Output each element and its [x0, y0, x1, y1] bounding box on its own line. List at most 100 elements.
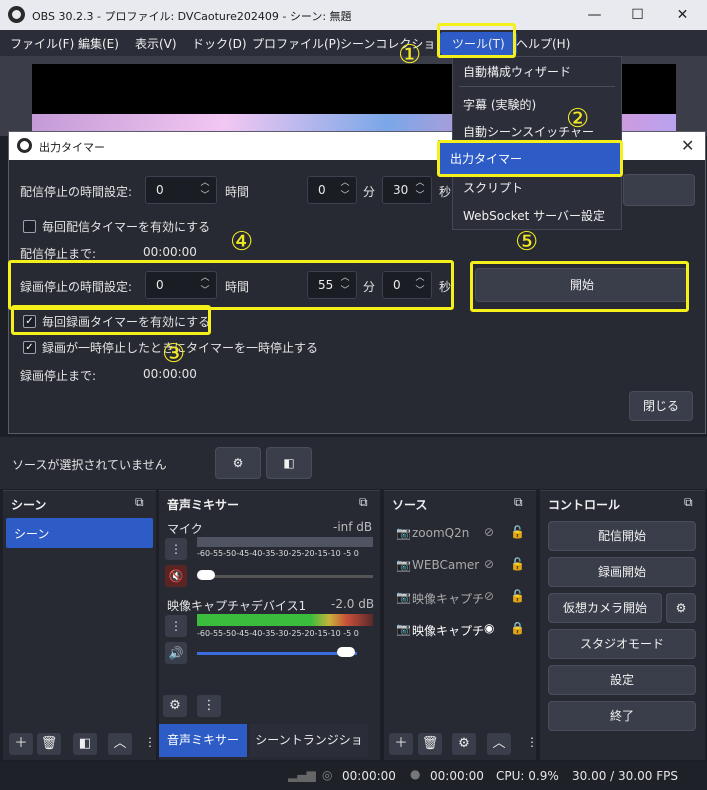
menu-websocket-settings[interactable]: WebSocket サーバー設定: [463, 207, 605, 224]
virtual-camera-gear-icon[interactable]: ⚙: [666, 593, 696, 623]
lock-icon[interactable]: 🔒: [510, 621, 525, 635]
tab-scene-transition[interactable]: シーントランジション: [250, 724, 368, 780]
down-arrow-icon[interactable]: ﹀: [334, 190, 356, 203]
highlight-record-time: [8, 260, 454, 310]
menu-scripts[interactable]: スクリプト: [463, 179, 523, 196]
settings-button[interactable]: 設定: [548, 665, 696, 695]
scene-item-label: シーン: [14, 527, 50, 541]
dock-undock-icon[interactable]: ⧉: [359, 495, 368, 510]
dock-undock-icon[interactable]: ⧉: [135, 495, 144, 510]
mic-meter: [197, 537, 373, 547]
eye-hidden-icon[interactable]: ⊘: [484, 525, 494, 539]
move-up-icon[interactable]: ︿: [108, 733, 132, 755]
stream-minutes-spinbox[interactable]: 0 ︿ ﹀: [307, 176, 357, 204]
more-options-icon[interactable]: ⋮: [144, 735, 156, 749]
scenes-dock: シーン ⧉ シーン ＋ 🗑 ◧ ︿ ⋮: [3, 490, 156, 760]
capture-scale: -60-55-50-45-40-35-30-25-20-15-10 -5 0: [197, 629, 359, 638]
fps-readout: 30.00 / 30.00 FPS: [572, 769, 678, 783]
mic-menu-icon[interactable]: ⋮: [165, 538, 187, 560]
capture-volume-slider[interactable]: [197, 652, 357, 655]
close-icon[interactable]: ✕: [660, 0, 705, 30]
dock-undock-icon[interactable]: ⧉: [684, 495, 693, 510]
start-streaming-button[interactable]: 配信開始: [548, 521, 696, 551]
mic-scale: -60-55-50-45-40-35-30-25-20-15-10 -5 0: [197, 549, 359, 558]
mixer-more-icon[interactable]: ⋮: [197, 695, 221, 717]
dock-undock-icon[interactable]: ⧉: [514, 495, 523, 510]
menu-help[interactable]: ヘルプ(H): [516, 35, 570, 52]
studio-mode-button[interactable]: スタジオモード: [548, 629, 696, 659]
source-properties-gear-icon[interactable]: ⚙: [215, 447, 261, 479]
mixer-capture-level: -2.0 dB: [331, 597, 375, 611]
source-item[interactable]: 📷 WEBCamer ⊘ 🔓: [384, 551, 536, 579]
mic-volume-slider[interactable]: [197, 575, 373, 578]
dialog-title: 出力タイマー: [39, 141, 105, 154]
stream-remaining-value: 00:00:00: [143, 245, 197, 259]
source-item[interactable]: 📷 映像キャプチ ◉ 🔒: [384, 615, 536, 643]
scene-list-item[interactable]: シーン: [6, 518, 153, 548]
minimize-icon[interactable]: —: [572, 0, 617, 30]
stream-timer-checkbox[interactable]: [23, 220, 36, 233]
add-source-icon[interactable]: ＋: [389, 733, 413, 755]
mixer-settings-gear-icon[interactable]: ⚙: [163, 695, 187, 717]
highlight-tools-menu: [437, 23, 516, 58]
dialog-close-icon[interactable]: ✕: [681, 136, 694, 155]
eye-icon[interactable]: ◉: [484, 621, 494, 635]
eye-hidden-icon[interactable]: ⊘: [484, 557, 494, 571]
capture-slider-handle[interactable]: [337, 647, 355, 657]
mixer-header: 音声ミキサー: [167, 498, 240, 512]
menu-auto-config-wizard[interactable]: 自動構成ウィザード: [463, 63, 571, 80]
lock-icon[interactable]: 🔓: [510, 557, 525, 571]
down-arrow-icon[interactable]: ﹀: [194, 190, 216, 203]
source-item[interactable]: 📷 zoomQ2n ⊘ 🔓: [384, 519, 536, 547]
capture-volume-icon[interactable]: 🔊: [165, 642, 187, 664]
stream-status-icon: ◎: [322, 768, 333, 782]
record-remaining-value: 00:00:00: [143, 367, 197, 381]
add-scene-icon[interactable]: ＋: [9, 733, 33, 755]
stream-timer-checkbox-label: 毎回配信タイマーを有効にする: [42, 220, 211, 234]
obs-logo-icon: [17, 138, 32, 153]
menu-edit[interactable]: 編集(E): [78, 35, 119, 52]
stream-hours-spinbox[interactable]: 0 ︿ ﹀: [145, 176, 217, 204]
move-up-icon[interactable]: ︿: [487, 733, 511, 755]
menu-file[interactable]: ファイル(F): [10, 35, 74, 52]
menu-view[interactable]: 表示(V): [135, 35, 177, 52]
pause-timer-checkbox[interactable]: ✓: [23, 341, 36, 354]
tab-audio-mixer[interactable]: 音声ミキサー: [159, 724, 247, 757]
mic-slider-handle[interactable]: [197, 570, 215, 580]
capture-menu-icon[interactable]: ⋮: [165, 615, 187, 637]
source-item[interactable]: 📷 映像キャプチ ⊘ 🔓: [384, 583, 536, 611]
up-arrow-icon[interactable]: ︿: [409, 177, 431, 190]
source-name: 映像キャプチ: [412, 624, 485, 638]
source-name: 映像キャプチ: [412, 592, 485, 606]
up-arrow-icon[interactable]: ︿: [194, 177, 216, 190]
exit-button[interactable]: 終了: [548, 701, 696, 731]
mixer-track-mic: マイク: [167, 522, 203, 536]
remove-scene-icon[interactable]: 🗑: [37, 733, 61, 755]
more-options-icon[interactable]: ⋮: [526, 735, 538, 749]
source-toolbar: ソースが選択されていません ⚙ ◧: [0, 437, 707, 489]
stream-seconds-value: 30: [393, 183, 409, 197]
stream-seconds-spinbox[interactable]: 30 ︿ ﹀: [382, 176, 432, 204]
eye-hidden-icon[interactable]: ⊘: [484, 589, 494, 603]
menu-dock[interactable]: ドック(D): [192, 35, 247, 52]
scenes-header: シーン: [11, 498, 47, 512]
audio-mixer-dock: 音声ミキサー ⧉ マイク -inf dB ⋮ -60-55-50-45-40-3…: [159, 490, 380, 760]
start-recording-button[interactable]: 録画開始: [548, 557, 696, 587]
source-filters-icon[interactable]: ◧: [266, 447, 312, 479]
up-arrow-icon[interactable]: ︿: [334, 177, 356, 190]
menu-profile[interactable]: プロファイル(P): [252, 35, 341, 52]
capture-meter: [197, 614, 373, 626]
maximize-icon[interactable]: ☐: [615, 0, 660, 30]
down-arrow-icon[interactable]: ﹀: [409, 190, 431, 203]
stream-start-button[interactable]: [623, 174, 695, 206]
source-properties-icon[interactable]: ⚙: [452, 733, 476, 755]
start-virtual-camera-button[interactable]: 仮想カメラ開始: [548, 593, 662, 623]
mic-mute-icon[interactable]: 🔇: [165, 565, 187, 587]
scene-filters-icon[interactable]: ◧: [73, 733, 97, 755]
remove-source-icon[interactable]: 🗑: [418, 733, 442, 755]
annotation-1: ①: [398, 40, 422, 70]
dialog-close-button[interactable]: 閉じる: [629, 391, 693, 421]
menu-captions[interactable]: 字幕 (実験的): [463, 96, 536, 113]
lock-icon[interactable]: 🔓: [510, 589, 525, 603]
lock-icon[interactable]: 🔓: [510, 525, 525, 539]
